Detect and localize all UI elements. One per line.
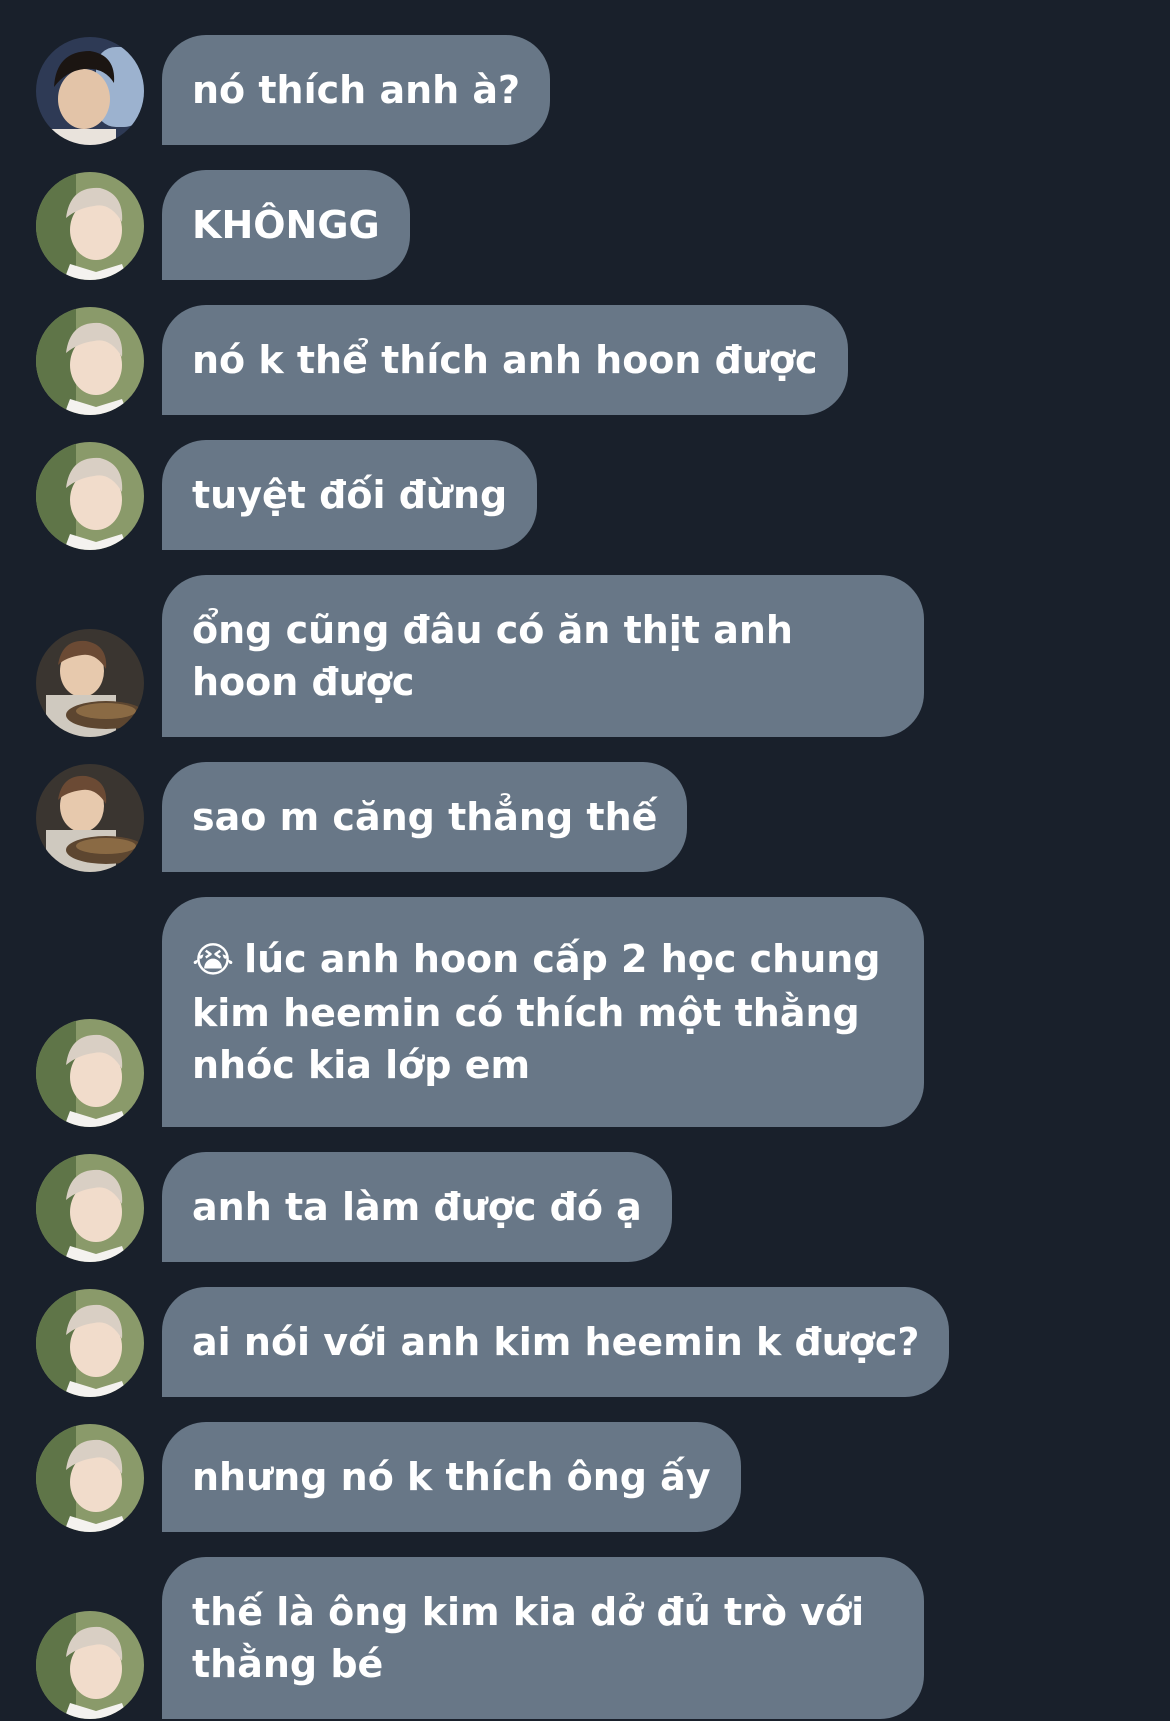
message-row: thế là ông kim kia dở đủ trò với thằng b… <box>0 1557 1170 1719</box>
avatar[interactable] <box>36 1289 144 1397</box>
message-text: KHÔNGG <box>192 203 380 247</box>
message-text: thế là ông kim kia dở đủ trò với thằng b… <box>192 1590 865 1686</box>
message-text: nhưng nó k thích ông ấy <box>192 1455 711 1499</box>
message-bubble[interactable]: nó k thể thích anh hoon được <box>162 305 848 415</box>
avatar[interactable] <box>36 307 144 415</box>
message-text: sao m căng thẳng thế <box>192 795 658 839</box>
message-row: sao m căng thẳng thế <box>0 762 1170 872</box>
message-row: KHÔNGG <box>0 170 1170 280</box>
message-text: 😭 lúc anh hoon cấp 2 học chung kim heemin… <box>192 933 894 1091</box>
message-text: tuyệt đối đừng <box>192 473 508 517</box>
avatar[interactable] <box>36 1611 144 1719</box>
message-bubble[interactable]: ai nói với anh kim heemin k được? <box>162 1287 950 1397</box>
message-row: ai nói với anh kim heemin k được? <box>0 1287 1170 1397</box>
message-row: nó k thể thích anh hoon được <box>0 305 1170 415</box>
crying-emoji-icon: 😭 <box>192 940 235 981</box>
message-text: nó k thể thích anh hoon được <box>192 338 818 382</box>
avatar[interactable] <box>36 442 144 550</box>
message-row: 😭 lúc anh hoon cấp 2 học chung kim heemin… <box>0 897 1170 1127</box>
avatar[interactable] <box>36 37 144 145</box>
message-bubble[interactable]: thế là ông kim kia dở đủ trò với thằng b… <box>162 1557 924 1719</box>
message-row: nó thích anh à? <box>0 35 1170 145</box>
avatar[interactable] <box>36 1424 144 1532</box>
message-text: ổng cũng đâu có ăn thịt anh hoon được <box>192 608 793 704</box>
message-bubble[interactable]: sao m căng thẳng thế <box>162 762 688 872</box>
message-text: nó thích anh à? <box>192 68 521 112</box>
message-text: ai nói với anh kim heemin k được? <box>192 1320 920 1364</box>
message-row: nhưng nó k thích ông ấy <box>0 1422 1170 1532</box>
message-row: anh ta làm được đó ạ <box>0 1152 1170 1262</box>
message-bubble[interactable]: 😭 lúc anh hoon cấp 2 học chung kim heemin… <box>162 897 924 1127</box>
message-bubble[interactable]: nó thích anh à? <box>162 35 551 145</box>
message-bubble[interactable]: tuyệt đối đừng <box>162 440 538 550</box>
message-text: anh ta làm được đó ạ <box>192 1185 642 1229</box>
message-row: tuyệt đối đừng <box>0 440 1170 550</box>
avatar[interactable] <box>36 1019 144 1127</box>
chat-thread[interactable]: nó thích anh à? KHÔNGG nó k thể thích an… <box>0 0 1170 1721</box>
message-bubble[interactable]: anh ta làm được đó ạ <box>162 1152 672 1262</box>
message-row: ổng cũng đâu có ăn thịt anh hoon được <box>0 575 1170 737</box>
avatar[interactable] <box>36 1154 144 1262</box>
message-bubble[interactable]: KHÔNGG <box>162 170 410 280</box>
avatar[interactable] <box>36 764 144 872</box>
message-text-body: lúc anh hoon cấp 2 học chung kim heemin … <box>192 937 881 1087</box>
message-bubble[interactable]: ổng cũng đâu có ăn thịt anh hoon được <box>162 575 924 737</box>
message-bubble[interactable]: nhưng nó k thích ông ấy <box>162 1422 741 1532</box>
avatar[interactable] <box>36 172 144 280</box>
avatar[interactable] <box>36 629 144 737</box>
